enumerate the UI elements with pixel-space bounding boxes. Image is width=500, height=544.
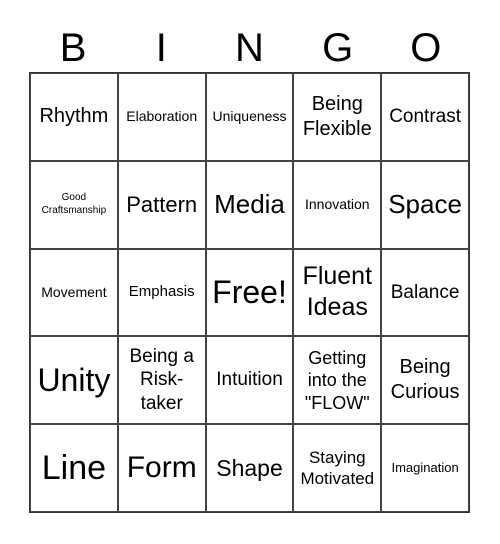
bingo-cell[interactable]: Being Curious [381,336,469,425]
bingo-cell[interactable]: Movement [30,248,118,337]
header-letter: O [410,26,442,70]
bingo-cell[interactable]: Line [30,424,118,512]
header-letter: I [155,26,167,70]
header-letter: G [322,26,354,70]
bingo-cell[interactable]: Staying Motivated [293,424,382,512]
bingo-cell[interactable]: Good Craftsmanship [30,160,118,249]
bingo-cell[interactable]: Imagination [381,424,469,512]
bingo-header: B I N G O [29,26,470,70]
bingo-grid: Rhythm Elaboration Uniqueness Being Flexibl… [29,72,470,513]
bingo-cell[interactable]: Innovation [293,160,382,249]
bingo-cell[interactable]: Being Flexible [293,73,382,161]
bingo-cell[interactable]: Form [117,424,206,512]
bingo-cell[interactable]: Contrast [381,73,469,161]
bingo-cell[interactable]: Getting into the "FLOW" [293,336,382,425]
bingo-cell[interactable]: Unity [30,336,118,425]
bingo-cell[interactable]: Elaboration [117,73,206,161]
bingo-cell[interactable]: Emphasis [117,248,206,337]
bingo-cell[interactable]: Space [381,160,469,249]
bingo-cell[interactable]: Media [205,160,294,249]
bingo-cell[interactable]: Intuition [205,336,294,425]
header-letter: N [235,26,264,70]
bingo-cell[interactable]: Pattern [117,160,206,249]
bingo-cell[interactable]: Uniqueness [205,73,294,161]
bingo-cell[interactable]: Fluent Ideas [293,248,382,337]
bingo-cell[interactable]: Free! [205,248,294,337]
header-letter: B [59,26,87,70]
bingo-cell[interactable]: Shape [205,424,294,512]
bingo-cell[interactable]: Balance [381,248,469,337]
bingo-cell[interactable]: Being a Risk-taker [117,336,206,425]
bingo-cell[interactable]: Rhythm [30,73,118,161]
